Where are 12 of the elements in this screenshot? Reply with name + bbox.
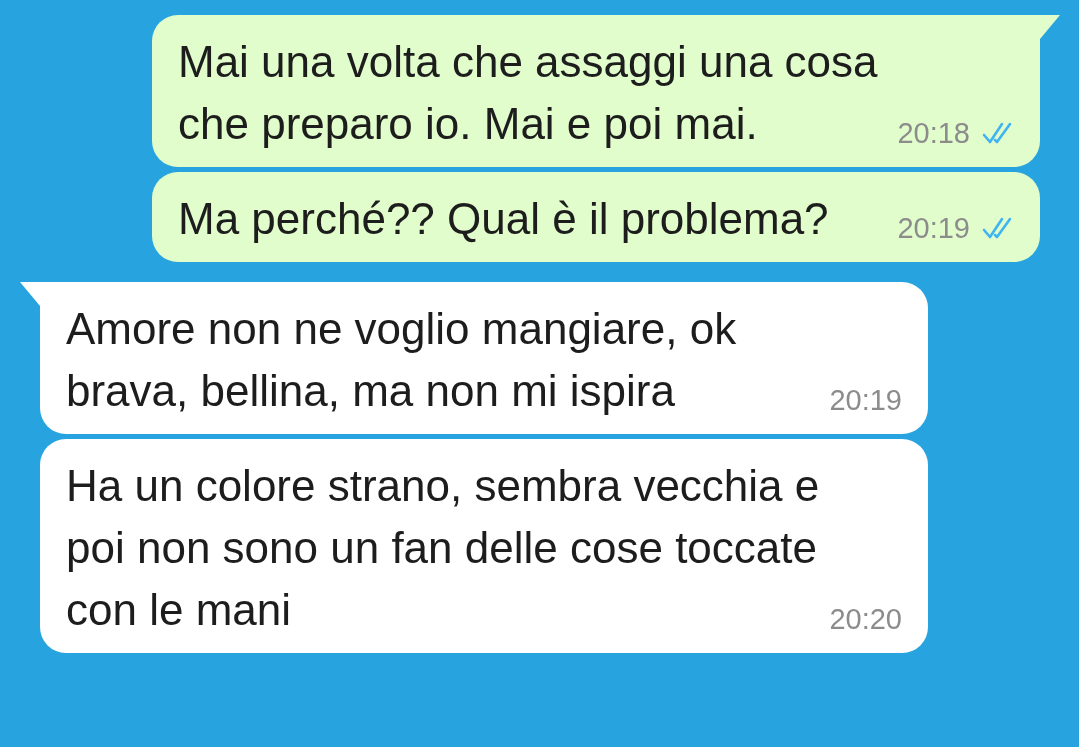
message-text: brava, bellina, ma non mi ispira <box>66 365 675 417</box>
message-time: 20:18 <box>897 116 970 151</box>
message-text: Ha un colore strano, sembra vecchia e <box>66 460 821 512</box>
message-text: Ma perché?? Qual è il problema? <box>178 193 829 245</box>
message-text: Amore non ne voglio mangiare, ok <box>66 303 738 355</box>
message-time: 20:19 <box>829 383 902 418</box>
message-text: Mai una volta che assaggi una cosa <box>178 36 879 88</box>
message-text: poi non sono un fan delle cose toccate <box>66 522 818 574</box>
message-text: che preparo io. Mai e poi mai. <box>178 98 758 150</box>
message-time: 20:20 <box>829 602 902 637</box>
message-text: con le mani <box>66 584 291 636</box>
message-time: 20:19 <box>897 211 970 246</box>
